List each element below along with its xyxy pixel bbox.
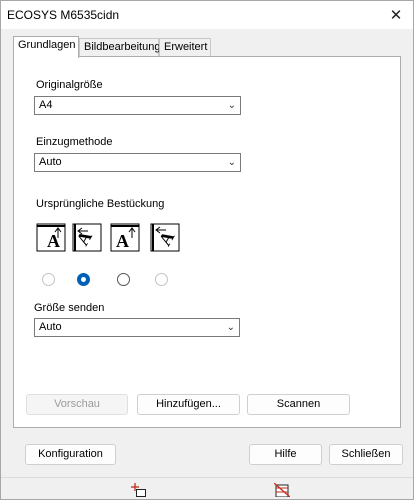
tab-panel-grundlagen: Originalgröße A4 ⌄ Einzugmethode Auto ⌄ … — [13, 56, 401, 428]
window-title: ECOSYS M6535cidn — [7, 8, 120, 22]
svg-text:A: A — [116, 231, 129, 251]
preview-button[interactable]: Vorschau — [26, 394, 128, 415]
orientation-upright-alt-icon[interactable]: A — [110, 223, 140, 252]
orientation-radio-3[interactable] — [117, 273, 130, 286]
orientation-radio-1[interactable] — [42, 273, 55, 286]
orientation-radio-2[interactable] — [77, 273, 90, 286]
orientation-upright-top-icon[interactable]: A — [36, 223, 66, 252]
feed-method-select[interactable]: Auto ⌄ — [34, 153, 241, 172]
tab-grundlagen[interactable]: Grundlagen — [13, 36, 79, 58]
chevron-down-icon: ⌄ — [227, 157, 236, 168]
send-size-label: Größe senden — [34, 302, 105, 314]
close-button[interactable]: Schließen — [329, 444, 403, 465]
scan-dialog-window: ECOSYS M6535cidn ✕ Grundlagen Bildbearbe… — [0, 0, 414, 500]
status-bar — [1, 477, 413, 499]
send-size-value: Auto — [39, 321, 62, 333]
delete-page-icon[interactable] — [274, 483, 290, 497]
tab-bildbearbeitung[interactable]: Bildbearbeitung — [79, 38, 160, 57]
original-size-label: Originalgröße — [36, 79, 103, 91]
feed-method-value: Auto — [39, 156, 62, 168]
add-button[interactable]: Hinzufügen... — [137, 394, 240, 415]
scan-button[interactable]: Scannen — [247, 394, 350, 415]
original-size-value: A4 — [39, 99, 53, 111]
add-page-icon[interactable] — [131, 483, 147, 497]
help-button[interactable]: Hilfe — [249, 444, 322, 465]
orientation-radio-4[interactable] — [155, 273, 168, 286]
close-window-button[interactable]: ✕ — [379, 1, 413, 29]
chevron-down-icon: ⌄ — [227, 100, 236, 111]
original-size-select[interactable]: A4 ⌄ — [34, 96, 241, 115]
send-size-select[interactable]: Auto ⌄ — [34, 318, 240, 337]
chevron-down-icon: ⌄ — [226, 322, 235, 333]
configuration-button[interactable]: Konfiguration — [25, 444, 116, 465]
feed-method-label: Einzugmethode — [36, 136, 113, 148]
orientation-left-rotated-icon[interactable]: A — [72, 223, 102, 252]
orientation-right-rotated-icon[interactable]: A — [150, 223, 180, 252]
tab-erweitert[interactable]: Erweitert — [159, 38, 211, 57]
orientation-label: Ursprüngliche Bestückung — [36, 198, 165, 210]
close-icon: ✕ — [389, 7, 403, 24]
title-bar: ECOSYS M6535cidn ✕ — [1, 1, 413, 29]
